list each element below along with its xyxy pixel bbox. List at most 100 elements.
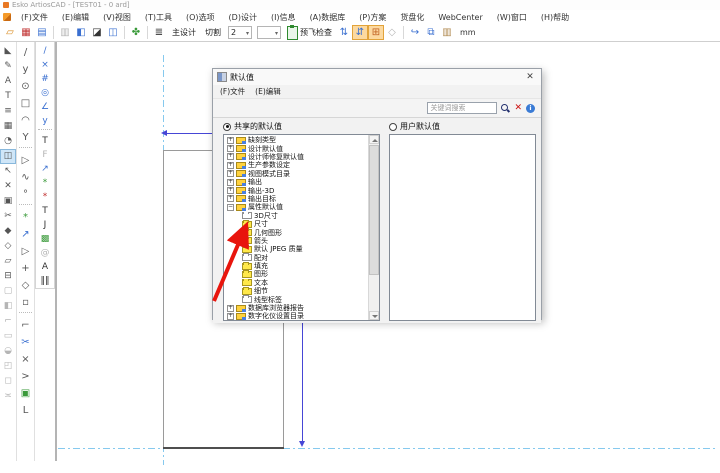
expand-plus-icon[interactable] <box>227 305 234 312</box>
open-file-icon[interactable]: ▱ <box>2 25 18 40</box>
expand-plus-icon[interactable] <box>227 162 234 169</box>
hook-tool[interactable]: J <box>36 218 54 232</box>
scroll-down-icon[interactable] <box>369 311 379 320</box>
circle-tool[interactable]: ⊙ <box>17 78 34 95</box>
text-t-tool[interactable]: T <box>0 89 16 104</box>
tree-item-fill[interactable]: 填充 <box>224 262 367 270</box>
preflight-check-button[interactable]: 预飞检查 <box>284 26 335 40</box>
collapse-tool[interactable]: ⊟ <box>0 269 16 284</box>
solid-box-icon[interactable]: ◪ <box>89 25 105 40</box>
grid-snap-icon[interactable]: ⊞ <box>368 25 384 40</box>
offset-tool[interactable]: ▷ <box>17 152 34 169</box>
menu-window[interactable]: (W)窗口 <box>490 12 534 23</box>
menu-edit[interactable]: (E)编辑 <box>55 12 96 23</box>
expand-plus-icon[interactable] <box>227 187 234 194</box>
tree-item-outputs[interactable]: 输出 <box>224 178 367 186</box>
tree-item-arrowheads[interactable]: 箭头 <box>224 237 367 245</box>
half-box-tool[interactable]: ◧ <box>0 299 16 314</box>
viewport-icon[interactable]: ◇ <box>384 25 400 40</box>
expand-plus-icon[interactable] <box>227 170 234 177</box>
panel-tool[interactable]: ▱ <box>0 254 16 269</box>
dialog-titlebar[interactable]: 默认值 ✕ <box>213 69 541 85</box>
align-tool[interactable]: ≍ <box>0 389 16 404</box>
add-point-tool[interactable]: + <box>17 260 34 277</box>
pen-tool[interactable]: ✎ <box>0 59 16 74</box>
curve-tool[interactable]: ∿ <box>17 169 34 186</box>
menu-palletizing[interactable]: 货盘化 <box>393 12 431 23</box>
small-box-tool[interactable]: ▫ <box>17 294 34 311</box>
symbol-red-tool[interactable]: * <box>36 190 54 204</box>
diamond-snap-tool[interactable]: ◇ <box>17 277 34 294</box>
tree-item-graphics[interactable]: 图形 <box>224 270 367 278</box>
layer-cut-button[interactable]: 切割 <box>201 27 225 38</box>
user-defaults-radio[interactable]: 用户默认值 <box>389 121 440 132</box>
sync-colors-icon[interactable]: ✤ <box>128 25 144 40</box>
layers-icon[interactable]: ≣ <box>151 25 167 40</box>
expand-plus-icon[interactable] <box>227 137 234 144</box>
expand-plus-icon[interactable] <box>227 153 234 160</box>
user-defaults-pane[interactable] <box>389 134 536 321</box>
rectangle-tool[interactable]: □ <box>17 95 34 112</box>
pointer-tool[interactable]: ◣ <box>0 44 16 59</box>
delete-tool[interactable]: ✕ <box>0 179 16 194</box>
symbol-tool[interactable]: * <box>17 209 34 226</box>
box-tool[interactable]: ▢ <box>0 284 16 299</box>
point-tool[interactable]: ° <box>17 186 34 203</box>
extend-tool[interactable]: > <box>17 368 34 385</box>
close-icon[interactable]: ✕ <box>523 72 537 82</box>
tree-item-database-browser-reports[interactable]: 数据库浏览器报告 <box>224 304 367 312</box>
menu-tools[interactable]: (T)工具 <box>138 12 179 23</box>
corner-trim-tool[interactable]: ⌐ <box>17 317 34 334</box>
diamond-tool[interactable]: ◆ <box>0 224 16 239</box>
text-tool[interactable]: T <box>36 134 54 148</box>
tree-item-production-params[interactable]: 生产参数设定 <box>224 161 367 169</box>
menu-info[interactable]: (I)信息 <box>264 12 303 23</box>
menu-options[interactable]: (O)选项 <box>179 12 222 23</box>
square-tool[interactable]: ◻ <box>0 374 16 389</box>
tree-item-text[interactable]: 文本 <box>224 279 367 287</box>
print-icon[interactable]: ▥ <box>57 25 73 40</box>
tree-item-design-defaults[interactable]: 设计默认值 <box>224 144 367 152</box>
tree-item-3d-dimensions[interactable]: 3D尺寸 <box>224 212 367 220</box>
tree-item-property-defaults[interactable]: 属性默认值 <box>224 203 367 211</box>
circle-half-tool[interactable]: ◒ <box>0 344 16 359</box>
toolgroup-separator[interactable] <box>38 129 52 133</box>
dashed-circle-tool[interactable]: ◎ <box>36 86 54 100</box>
list-tool[interactable]: ≡ <box>0 104 16 119</box>
scissors-tool[interactable]: ✂ <box>17 334 34 351</box>
expand-plus-icon[interactable] <box>227 179 234 186</box>
fill-pattern-tool[interactable]: ▩ <box>36 232 54 246</box>
rect-tool[interactable]: ▭ <box>0 329 16 344</box>
menu-webcenter[interactable]: WebCenter <box>431 13 489 22</box>
app-menu-icon[interactable] <box>3 13 11 21</box>
tree-item-detail[interactable]: 细节 <box>224 287 367 295</box>
arc-tool[interactable]: ◠ <box>17 112 34 129</box>
text-a-tool[interactable]: A <box>0 74 16 89</box>
scale-combobox[interactable]: 2 <box>228 26 252 39</box>
flip-pages-icon[interactable]: ⧉ <box>423 25 439 40</box>
hatch-grid-tool[interactable]: # <box>36 72 54 86</box>
intersect-tool[interactable]: × <box>17 351 34 368</box>
tree-item-nick-types[interactable]: 缺刻类型 <box>224 136 367 144</box>
search-icon[interactable] <box>501 104 510 113</box>
rotate-view-tool[interactable]: ◔ <box>0 134 16 149</box>
radio-selected-icon[interactable] <box>223 123 231 131</box>
save-icon[interactable]: ▤ <box>34 25 50 40</box>
select-arrow-tool[interactable]: ↖ <box>0 164 16 179</box>
grid-view-tool[interactable]: ▦ <box>0 119 16 134</box>
menu-help[interactable]: (H)帮助 <box>534 12 576 23</box>
clear-search-icon[interactable]: ✕ <box>514 103 522 113</box>
tree-item-line-type-legend[interactable]: 线型标签 <box>224 295 367 303</box>
angle-lines-tool[interactable]: ∠ <box>36 100 54 114</box>
menu-view[interactable]: (V)视图 <box>96 12 138 23</box>
menu-file[interactable]: (F)文件 <box>14 12 55 23</box>
italic-text-tool[interactable]: T <box>36 204 54 218</box>
tree-scrollbar[interactable] <box>368 135 379 320</box>
cut-tool[interactable]: ✂ <box>0 209 16 224</box>
group-edit-tool[interactable]: ▣ <box>17 385 34 402</box>
tree-item-geometry[interactable]: 几何图形 <box>224 228 367 236</box>
search-input[interactable] <box>427 102 497 114</box>
angled-line-tool[interactable]: y <box>17 61 34 78</box>
dialog-menu-edit[interactable]: (E)编辑 <box>250 86 286 97</box>
tree-item-mates[interactable]: 配对 <box>224 253 367 261</box>
